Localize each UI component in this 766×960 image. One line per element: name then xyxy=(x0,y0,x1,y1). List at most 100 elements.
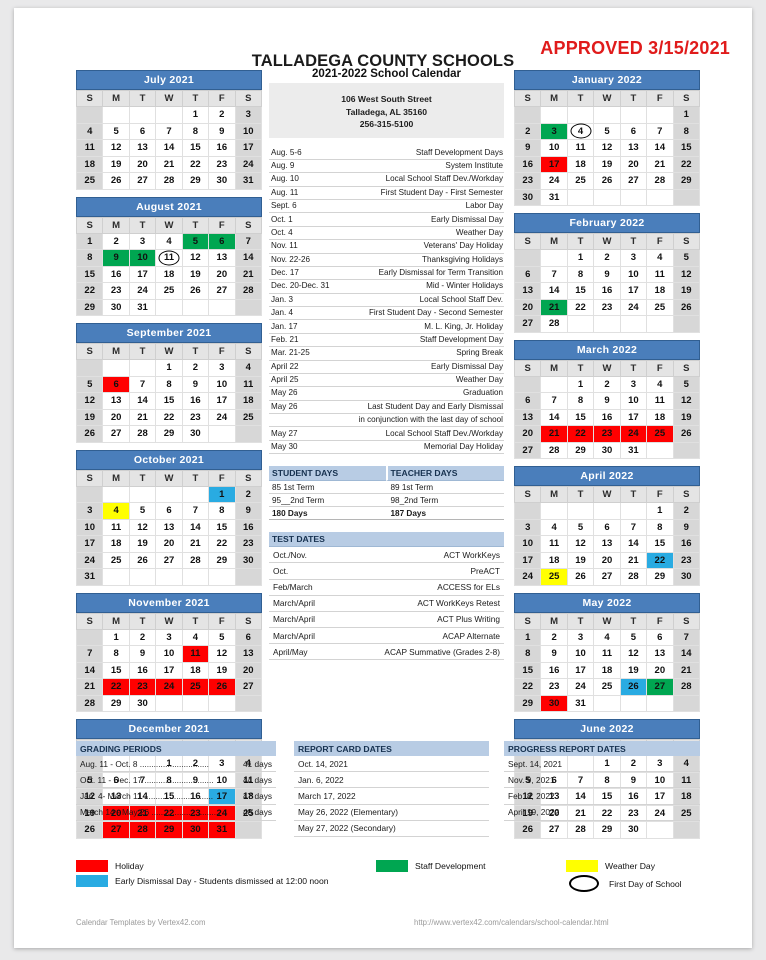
day-cell: 30 xyxy=(513,188,542,206)
weekday-header: M xyxy=(102,90,130,107)
day-cell: 20 xyxy=(128,155,157,173)
day-cell-empty xyxy=(75,106,104,124)
day-cell: 13 xyxy=(208,249,236,267)
test-dates-section: TEST DATES Oct./Nov. ACT WorkKeys Oct. PreA… xyxy=(269,532,504,661)
event-date: April 25 xyxy=(271,375,299,385)
day-cell: 14 xyxy=(672,645,701,663)
day-cell: 22 xyxy=(646,551,674,569)
day-cell: 9 xyxy=(102,249,130,267)
day-cell: 6 xyxy=(102,375,130,393)
day-cell: 18 xyxy=(566,155,595,173)
day-cell: 21 xyxy=(646,155,674,173)
day-cell: 9 xyxy=(234,502,263,520)
event-row: Nov. 11 Veterans' Day Holiday xyxy=(269,240,504,254)
day-cell: 23 xyxy=(102,282,130,300)
day-cell: 15 xyxy=(208,518,236,536)
event-date: Jan. 3 xyxy=(271,294,294,304)
event-row: May 26 Graduation xyxy=(269,387,504,401)
days-row: 85 1st Term 89 1st Term xyxy=(269,481,504,495)
weekday-header: S xyxy=(75,90,104,107)
student-days-value: 95__2nd Term xyxy=(272,495,325,505)
legend-label-holiday: Holiday xyxy=(115,861,144,871)
day-cell: 3 xyxy=(540,122,568,140)
weekday-header: W xyxy=(593,612,621,630)
weekday-header: S xyxy=(234,469,263,487)
student-days-total: 180 Days xyxy=(272,508,308,518)
event-description: Spring Break xyxy=(456,348,503,358)
day-cell: 12 xyxy=(181,249,210,267)
event-date: Jan. 17 xyxy=(271,321,298,331)
day-cell-empty xyxy=(566,315,595,333)
test-date-row: March/April ACT Plus Writing xyxy=(269,612,504,629)
day-cell: 1 xyxy=(513,628,542,646)
day-cell: 21 xyxy=(181,535,210,553)
day-cell: 22 xyxy=(566,298,595,316)
day-cell-empty xyxy=(234,568,263,586)
day-cell: 28 xyxy=(75,694,104,712)
day-cell-empty xyxy=(646,694,674,712)
day-cell: 17 xyxy=(155,661,183,679)
day-cell: 26 xyxy=(593,172,621,190)
days-section: STUDENT DAYS TEACHER DAYS 85 1st Term 89 … xyxy=(269,466,504,521)
day-cell: 24 xyxy=(540,172,568,190)
day-cell: 26 xyxy=(513,821,542,839)
day-cell: 28 xyxy=(540,315,568,333)
day-cell: 14 xyxy=(540,408,568,426)
report-card-row: Oct. 14, 2021 xyxy=(294,756,489,773)
weekday-header: W xyxy=(593,233,621,250)
month-grid: SMTWTFS123456789101112131415161718192021… xyxy=(75,343,263,443)
day-cell: 7 xyxy=(646,122,674,140)
day-cell: 20 xyxy=(102,408,130,426)
day-cell: 6 xyxy=(513,392,542,410)
day-cell-empty xyxy=(646,315,674,333)
day-cell: 4 xyxy=(593,628,621,646)
report-card-header: REPORT CARD DATES xyxy=(294,741,489,756)
test-date-name: ACT WorkKeys Retest xyxy=(417,598,500,609)
day-cell: 22 xyxy=(513,678,542,696)
day-cell: 29 xyxy=(155,425,183,443)
day-cell: 4 xyxy=(102,502,130,520)
day-cell: 9 xyxy=(128,645,157,663)
day-cell: 9 xyxy=(181,375,210,393)
day-cell: 5 xyxy=(128,502,157,520)
day-cell: 8 xyxy=(646,518,674,536)
event-description: Graduation xyxy=(462,388,503,398)
weekday-header: T xyxy=(566,90,595,107)
day-cell: 26 xyxy=(672,298,701,316)
day-cell-empty xyxy=(672,694,701,712)
staff-development-swatch-icon xyxy=(376,860,408,872)
test-date-period: Oct./Nov. xyxy=(273,549,307,560)
progress-report-date: Feb. 8, 2022 xyxy=(508,790,555,801)
phone-number: 256-315-5100 xyxy=(359,119,414,129)
day-cell-empty xyxy=(208,298,236,316)
day-cell: 14 xyxy=(75,661,104,679)
month-title: January 2022 xyxy=(514,70,700,90)
weekday-header: W xyxy=(155,343,183,360)
day-cell: 1 xyxy=(672,106,701,124)
day-cell: 8 xyxy=(155,375,183,393)
day-cell: 12 xyxy=(566,535,595,553)
weekday-header: T xyxy=(566,233,595,250)
day-cell: 31 xyxy=(75,568,104,586)
day-cell: 6 xyxy=(646,628,674,646)
legend-label-staff-development: Staff Development xyxy=(415,861,486,871)
weekday-header: S xyxy=(234,90,263,107)
day-cell: 29 xyxy=(513,694,542,712)
weekday-header: W xyxy=(155,90,183,107)
teacher-days-header: TEACHER DAYS xyxy=(385,466,504,482)
progress-report-row: Sept. 14, 2021 xyxy=(504,756,700,773)
events-list: Aug. 5-6 Staff Development Days Aug. 9 Syst… xyxy=(269,147,504,455)
day-cell: 18 xyxy=(155,265,183,283)
day-cell: 25 xyxy=(102,551,130,569)
day-cell: 2 xyxy=(593,375,621,393)
weather-day-swatch-icon xyxy=(566,860,598,872)
weekday-header: F xyxy=(646,486,674,503)
event-description: Early Dismissal for Term Transition xyxy=(378,268,503,278)
day-cell: 8 xyxy=(208,502,236,520)
day-cell-empty xyxy=(672,315,701,333)
day-cell: 8 xyxy=(566,265,595,283)
weekday-header: M xyxy=(102,612,130,630)
weekday-header: S xyxy=(672,359,701,377)
weekday-header: W xyxy=(593,486,621,503)
month-title: July 2021 xyxy=(76,70,262,90)
